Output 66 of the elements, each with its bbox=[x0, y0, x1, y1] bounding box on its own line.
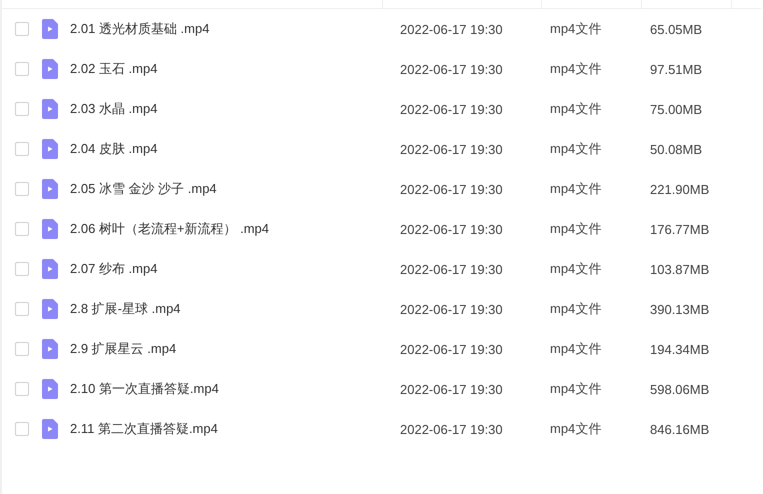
file-name[interactable]: 2.07 纱布 .mp4 bbox=[70, 260, 158, 278]
file-name[interactable]: 2.8 扩展-星球 .mp4 bbox=[70, 300, 181, 318]
file-size: 50.08MB bbox=[650, 142, 702, 156]
row-checkbox[interactable] bbox=[15, 222, 29, 236]
row-checkbox[interactable] bbox=[15, 342, 29, 356]
file-type: mp4文件 bbox=[550, 341, 602, 356]
modified-date: 2022-06-17 19:30 bbox=[400, 382, 503, 396]
file-type: mp4文件 bbox=[550, 21, 602, 36]
file-name[interactable]: 2.04 皮肤 .mp4 bbox=[70, 140, 158, 158]
file-name[interactable]: 2.9 扩展星云 .mp4 bbox=[70, 340, 176, 358]
modified-date: 2022-06-17 19:30 bbox=[400, 102, 503, 116]
file-size: 846.16MB bbox=[650, 422, 710, 436]
row-checkbox[interactable] bbox=[15, 62, 29, 76]
file-size: 598.06MB bbox=[650, 382, 710, 396]
file-type: mp4文件 bbox=[550, 181, 602, 196]
file-size: 194.34MB bbox=[650, 342, 710, 356]
file-type: mp4文件 bbox=[550, 261, 602, 276]
file-type: mp4文件 bbox=[550, 301, 602, 316]
video-file-icon bbox=[42, 99, 58, 119]
modified-date: 2022-06-17 19:30 bbox=[400, 142, 503, 156]
file-size: 390.13MB bbox=[650, 302, 710, 316]
file-name[interactable]: 2.02 玉石 .mp4 bbox=[70, 60, 158, 78]
video-file-icon bbox=[42, 139, 58, 159]
file-name[interactable]: 2.11 第二次直播答疑.mp4 bbox=[70, 420, 218, 438]
file-size: 221.90MB bbox=[650, 182, 710, 196]
file-size: 75.00MB bbox=[650, 102, 702, 116]
file-type: mp4文件 bbox=[550, 221, 602, 236]
modified-date: 2022-06-17 19:30 bbox=[400, 302, 503, 316]
row-checkbox[interactable] bbox=[15, 422, 29, 436]
video-file-icon bbox=[42, 19, 58, 39]
modified-date: 2022-06-17 19:30 bbox=[400, 262, 503, 276]
file-type: mp4文件 bbox=[550, 421, 602, 436]
row-checkbox[interactable] bbox=[15, 182, 29, 196]
file-size: 97.51MB bbox=[650, 62, 702, 76]
file-name[interactable]: 2.10 第一次直播答疑.mp4 bbox=[70, 380, 219, 398]
video-file-icon bbox=[42, 339, 58, 359]
row-checkbox[interactable] bbox=[15, 142, 29, 156]
row-checkbox[interactable] bbox=[15, 302, 29, 316]
file-type: mp4文件 bbox=[550, 101, 602, 116]
video-file-icon bbox=[42, 219, 58, 239]
row-checkbox[interactable] bbox=[15, 102, 29, 116]
modified-date: 2022-06-17 19:30 bbox=[400, 422, 503, 436]
file-type: mp4文件 bbox=[550, 141, 602, 156]
video-file-icon bbox=[42, 179, 58, 199]
modified-date: 2022-06-17 19:30 bbox=[400, 22, 503, 36]
file-size: 65.05MB bbox=[650, 22, 702, 36]
file-name[interactable]: 2.01 透光材质基础 .mp4 bbox=[70, 20, 210, 38]
modified-date: 2022-06-17 19:30 bbox=[400, 62, 503, 76]
file-size: 103.87MB bbox=[650, 262, 710, 276]
modified-date: 2022-06-17 19:30 bbox=[400, 342, 503, 356]
video-file-icon bbox=[42, 259, 58, 279]
row-checkbox[interactable] bbox=[15, 262, 29, 276]
video-file-icon bbox=[42, 379, 58, 399]
modified-date: 2022-06-17 19:30 bbox=[400, 222, 503, 236]
modified-date: 2022-06-17 19:30 bbox=[400, 182, 503, 196]
file-size: 176.77MB bbox=[650, 222, 710, 236]
file-type: mp4文件 bbox=[550, 381, 602, 396]
video-file-icon bbox=[42, 299, 58, 319]
file-name[interactable]: 2.05 冰雪 金沙 沙子 .mp4 bbox=[70, 180, 217, 198]
row-checkbox[interactable] bbox=[15, 382, 29, 396]
video-file-icon bbox=[42, 419, 58, 439]
file-type: mp4文件 bbox=[550, 61, 602, 76]
video-file-icon bbox=[42, 59, 58, 79]
file-name[interactable]: 2.03 水晶 .mp4 bbox=[70, 100, 158, 118]
row-checkbox[interactable] bbox=[15, 22, 29, 36]
file-name[interactable]: 2.06 树叶（老流程+新流程） .mp4 bbox=[70, 220, 270, 238]
